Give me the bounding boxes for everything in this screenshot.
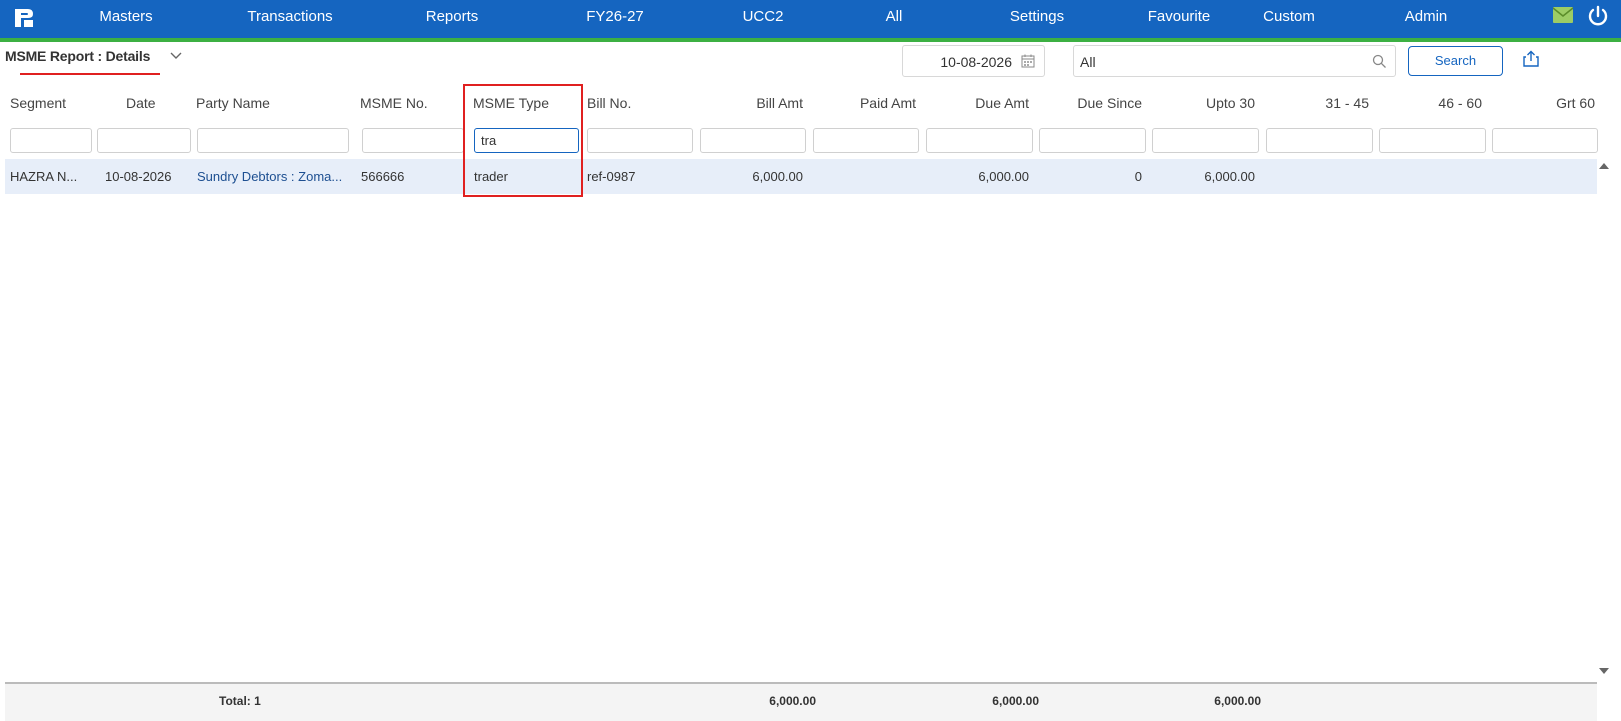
- filter-segment[interactable]: [10, 128, 92, 153]
- column-header-due-amt[interactable]: Due Amt: [925, 95, 1029, 111]
- nav-admin[interactable]: Admin: [1405, 8, 1448, 25]
- cell-party-name[interactable]: Sundry Debtors : Zoma...: [197, 169, 342, 184]
- date-picker[interactable]: 10-08-2026: [902, 45, 1045, 77]
- scroll-up-arrow[interactable]: [1599, 163, 1609, 169]
- cell-msme-no: 566666: [361, 169, 405, 184]
- column-header-due-since[interactable]: Due Since: [1038, 95, 1142, 111]
- filter-msme-no[interactable]: [362, 128, 464, 153]
- column-header-upto-30[interactable]: Upto 30: [1151, 95, 1255, 111]
- cell-date: 10-08-2026: [105, 169, 172, 184]
- filter-bill-amt[interactable]: [700, 128, 806, 153]
- filter-due-amt[interactable]: [926, 128, 1033, 153]
- nav-custom[interactable]: Custom: [1263, 8, 1315, 25]
- nav-masters[interactable]: Masters: [99, 8, 152, 25]
- nav-favourite[interactable]: Favourite: [1148, 8, 1211, 25]
- column-header-31-45[interactable]: 31 - 45: [1265, 95, 1369, 111]
- column-header-paid-amt[interactable]: Paid Amt: [812, 95, 916, 111]
- column-header-bill-amt[interactable]: Bill Amt: [700, 95, 803, 111]
- filter-bill-no[interactable]: [587, 128, 693, 153]
- export-icon[interactable]: [1522, 50, 1540, 68]
- column-header-segment[interactable]: Segment: [10, 95, 66, 111]
- search-value: All: [1080, 54, 1096, 70]
- column-header-date[interactable]: Date: [126, 95, 156, 111]
- filter-date[interactable]: [97, 128, 191, 153]
- calendar-icon[interactable]: [1021, 54, 1035, 68]
- filter-msme-type[interactable]: [474, 128, 579, 153]
- cell-msme-type: trader: [474, 169, 508, 184]
- mail-icon[interactable]: [1553, 7, 1573, 23]
- cell-upto-30: 6,000.00: [1204, 169, 1255, 184]
- nav-all[interactable]: All: [886, 8, 903, 25]
- nav-financial-year[interactable]: FY26-27: [586, 8, 644, 25]
- cell-due-amt: 6,000.00: [978, 169, 1029, 184]
- filter-paid-amt[interactable]: [813, 128, 919, 153]
- filter-46-60[interactable]: [1379, 128, 1486, 153]
- cell-bill-no: ref-0987: [587, 169, 636, 184]
- search-input[interactable]: All: [1073, 45, 1396, 77]
- scroll-down-arrow[interactable]: [1599, 668, 1609, 674]
- column-header-46-60[interactable]: 46 - 60: [1378, 95, 1482, 111]
- filter-upto-30[interactable]: [1152, 128, 1259, 153]
- app-window: Masters Transactions Reports FY26-27 UCC…: [0, 0, 1621, 721]
- column-header-party-name[interactable]: Party Name: [196, 95, 270, 111]
- filter-party-name[interactable]: [197, 128, 349, 153]
- page-title[interactable]: MSME Report : Details: [5, 48, 150, 64]
- date-value: 10-08-2026: [940, 54, 1012, 70]
- total-count: Total: 1: [219, 694, 261, 708]
- search-icon[interactable]: [1372, 54, 1387, 69]
- cell-due-since: 0: [1134, 169, 1142, 184]
- filter-due-since[interactable]: [1039, 128, 1146, 153]
- nav-transactions[interactable]: Transactions: [247, 8, 332, 25]
- nav-ucc[interactable]: UCC2: [743, 8, 784, 25]
- nav-accent-line: [0, 38, 1621, 42]
- cell-bill-amt: 6,000.00: [752, 169, 803, 184]
- nav-reports[interactable]: Reports: [426, 8, 479, 25]
- total-bill-amt: 6,000.00: [769, 694, 816, 708]
- title-underline: [20, 73, 160, 75]
- search-button[interactable]: Search: [1408, 46, 1503, 76]
- total-upto-30: 6,000.00: [1214, 694, 1261, 708]
- power-icon[interactable]: [1587, 5, 1609, 27]
- nav-settings[interactable]: Settings: [1010, 8, 1064, 25]
- column-header-grt-60[interactable]: Grt 60: [1491, 95, 1595, 111]
- column-header-msme-no[interactable]: MSME No.: [360, 95, 428, 111]
- logo-icon[interactable]: [12, 6, 36, 30]
- filter-31-45[interactable]: [1266, 128, 1373, 153]
- column-header-msme-type[interactable]: MSME Type: [473, 95, 549, 111]
- total-due-amt: 6,000.00: [992, 694, 1039, 708]
- cell-segment: HAZRA N...: [10, 169, 78, 184]
- chevron-down-icon[interactable]: [170, 52, 182, 60]
- top-nav-bar: Masters Transactions Reports FY26-27 UCC…: [0, 0, 1621, 38]
- filter-grt-60[interactable]: [1492, 128, 1598, 153]
- column-header-bill-no[interactable]: Bill No.: [587, 95, 631, 111]
